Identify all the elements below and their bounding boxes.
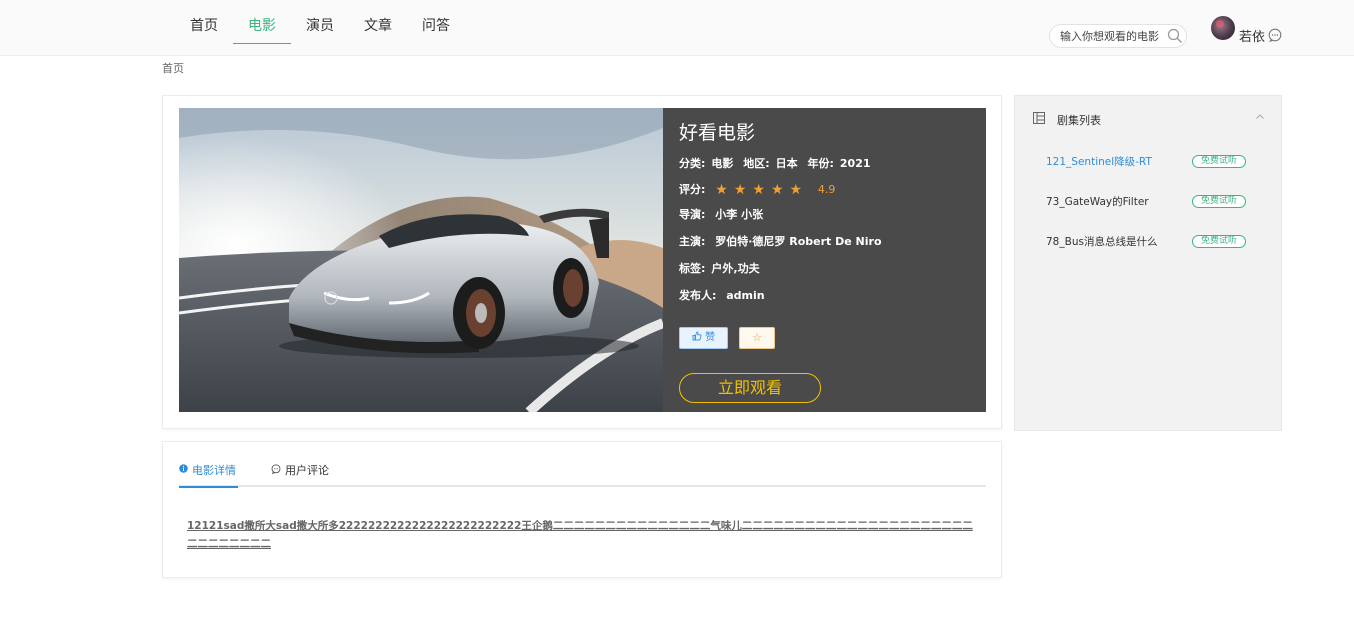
- publisher-row: 发布人: admin: [679, 287, 771, 303]
- category-value: 电影: [711, 157, 734, 170]
- comment-icon: [271, 464, 281, 474]
- free-trial-badge: 免费试听: [1192, 235, 1246, 248]
- rating-value: 4.9: [817, 183, 836, 196]
- free-trial-badge: 免费试听: [1192, 195, 1246, 208]
- year-label: 年份:: [807, 157, 834, 170]
- episode-name: 73_GateWay的Filter: [1046, 196, 1149, 208]
- avatar[interactable]: [1211, 16, 1235, 40]
- episode-list-panel: 剧集列表 121_Sentinel降级-RT 免费试听 73_GateWay的F…: [1014, 95, 1282, 431]
- director-label: 导演:: [679, 208, 706, 221]
- main-nav: 首页 电影 演员 文章 问答: [175, 0, 465, 56]
- movie-info-panel: 好看电影 分类: 电影 地区: 日本 年份: 2021 评分: ★ ★ ★ ★ ★ 4…: [663, 108, 986, 412]
- search-icon[interactable]: [1167, 28, 1183, 44]
- info-icon: [179, 464, 188, 473]
- year-value: 2021: [839, 157, 871, 170]
- watch-now-button[interactable]: 立即观看: [679, 373, 821, 403]
- publisher-label: 发布人:: [679, 289, 717, 302]
- favorite-star-icon: ☆: [752, 331, 762, 344]
- race-car-poster-image: [179, 108, 663, 412]
- chevron-up-icon[interactable]: [1255, 112, 1265, 122]
- free-trial-badge: 免费试听: [1192, 155, 1246, 168]
- nav-item-qa[interactable]: 问答: [407, 0, 465, 44]
- category-label: 分类:: [679, 157, 706, 170]
- rating-label: 评分:: [679, 183, 706, 196]
- grid-list-icon: [1033, 112, 1045, 124]
- chat-bubble-icon[interactable]: [1268, 28, 1282, 42]
- episode-item[interactable]: 73_GateWay的Filter 免费试听: [1046, 194, 1246, 210]
- nav-item-home[interactable]: 首页: [175, 0, 233, 44]
- director-row: 导演: 小李 小张: [679, 206, 769, 222]
- rating-stars[interactable]: ★ ★ ★ ★ ★: [715, 182, 808, 198]
- tags-label: 标签:: [679, 262, 706, 275]
- episode-item[interactable]: 121_Sentinel降级-RT 免费试听: [1046, 154, 1246, 170]
- tab-movie-details[interactable]: 电影详情: [179, 462, 238, 488]
- nav-item-movies[interactable]: 电影: [233, 0, 291, 44]
- region-label: 地区:: [743, 157, 770, 170]
- episode-list-header[interactable]: 剧集列表: [1033, 110, 1265, 128]
- star-icon: ★: [770, 182, 784, 198]
- movie-detail-card: 电影详情 用户评论 12121sad撒所大sad撒大所多222222222222…: [162, 441, 1002, 578]
- top-bar: 首页 电影 演员 文章 问答 若依: [0, 0, 1354, 56]
- movie-description: 12121sad撒所大sad撒大所多2222222222222222222222…: [187, 520, 973, 550]
- episode-list-title: 剧集列表: [1057, 114, 1101, 127]
- episode-item[interactable]: 78_Bus消息总线是什么 免费试听: [1046, 234, 1246, 250]
- episode-name: 121_Sentinel降级-RT: [1046, 156, 1152, 168]
- region-value: 日本: [775, 157, 798, 170]
- tags-value: 户外,功夫: [711, 262, 760, 275]
- tab-movie-details-label: 电影详情: [192, 464, 236, 477]
- cast-label: 主演:: [679, 235, 706, 248]
- star-icon: ★: [715, 182, 728, 198]
- movie-hero-card: 好看电影 分类: 电影 地区: 日本 年份: 2021 评分: ★ ★ ★ ★ ★ 4…: [162, 95, 1002, 429]
- search-input[interactable]: [1060, 27, 1164, 45]
- episode-name: 78_Bus消息总线是什么: [1046, 236, 1158, 248]
- breadcrumb[interactable]: 首页: [162, 60, 184, 76]
- favorite-button[interactable]: ☆: [739, 327, 775, 349]
- nav-item-articles[interactable]: 文章: [349, 0, 407, 44]
- cast-row: 主演: 罗伯特·德尼罗 Robert De Niro: [679, 233, 888, 249]
- star-icon: ★: [733, 182, 747, 198]
- cast-value: 罗伯特·德尼罗 Robert De Niro: [715, 235, 882, 248]
- tab-user-comments[interactable]: 用户评论: [271, 462, 341, 488]
- tags-row: 标签: 户外,功夫: [679, 260, 766, 276]
- username[interactable]: 若依: [1239, 26, 1265, 45]
- tab-user-comments-label: 用户评论: [285, 464, 329, 477]
- movie-poster: [179, 108, 663, 412]
- director-value: 小李 小张: [715, 208, 764, 221]
- star-icon: ★: [789, 182, 803, 198]
- like-button[interactable]: 赞: [679, 327, 728, 349]
- nav-item-actors[interactable]: 演员: [291, 0, 349, 44]
- detail-tabs: 电影详情 用户评论: [179, 460, 986, 488]
- like-label: 赞: [705, 332, 716, 343]
- rating-row: 评分: ★ ★ ★ ★ ★ 4.9: [679, 181, 841, 197]
- thumbs-up-icon: [692, 331, 702, 341]
- star-icon: ★: [752, 182, 765, 198]
- movie-meta-row: 分类: 电影 地区: 日本 年份: 2021: [679, 155, 877, 171]
- search-box: [1049, 24, 1187, 48]
- publisher-value: admin: [726, 289, 765, 302]
- movie-title: 好看电影: [679, 122, 756, 144]
